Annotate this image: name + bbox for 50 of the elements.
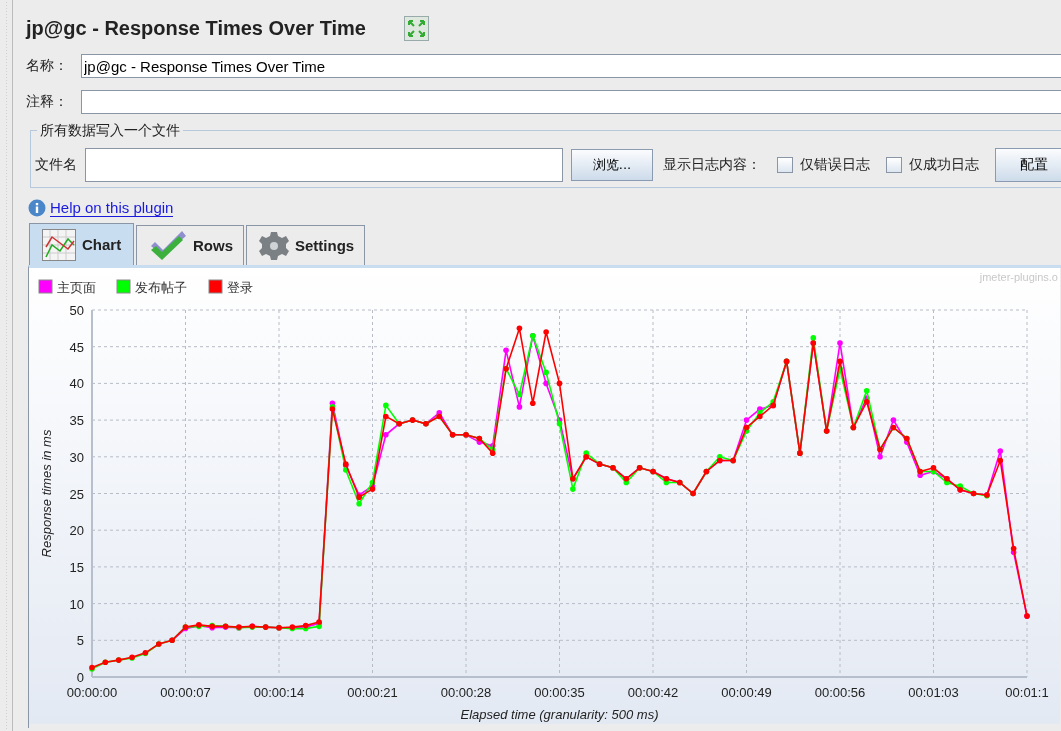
tab[interactable]: Settings [246, 225, 366, 265]
info-icon [28, 199, 46, 217]
log-label: 显示日志内容： [663, 156, 761, 174]
gear-icon [259, 230, 289, 261]
y-tick-label: 20 [69, 523, 84, 539]
y-tick-label: 5 [76, 633, 84, 649]
expand-icon[interactable] [404, 15, 429, 41]
x-tick-label: 00:01:03 [908, 685, 959, 700]
legend-label: 主页面 [57, 280, 96, 295]
x-tick-label: 00:00:14 [253, 685, 305, 700]
x-tick-label: 00:00:21 [347, 685, 398, 700]
x-tick-label: 00:00:35 [534, 685, 585, 700]
x-tick-label: 00:00:00 [66, 685, 118, 700]
checkbox-label: 仅成功日志 [909, 156, 979, 174]
x-tick-label: 00:00:07 [160, 685, 211, 700]
x-tick-label: 00:00:42 [627, 685, 679, 700]
x-tick-label: 00:00:28 [440, 685, 492, 700]
x-axis-title: Elapsed time (granularity: 500 ms) [460, 707, 659, 722]
x-tick-label: 00:01:1 [1005, 685, 1049, 700]
x-tick-label: 00:00:49 [721, 685, 772, 700]
help-link[interactable]: Help on this plugin [50, 199, 174, 217]
panel-title: jp@gc - Response Times Over Time [26, 16, 367, 40]
field-label: 名称： [26, 57, 69, 75]
name-field[interactable]: jp@gc - Response Times Over Time [81, 54, 1061, 78]
y-tick-label: 25 [69, 486, 84, 502]
field-label: 注释： [26, 93, 69, 111]
y-tick-label: 35 [69, 413, 84, 429]
chart-icon [42, 228, 76, 261]
y-tick-label: 0 [76, 670, 84, 685]
config-button[interactable]: 配置 [995, 148, 1061, 182]
y-axis-title: Response times in ms [39, 429, 54, 558]
group-title: 所有数据写入一个文件 [37, 122, 183, 140]
y-tick-label: 45 [69, 339, 84, 355]
browse-button[interactable]: 浏览... [571, 149, 653, 181]
comment-field[interactable] [81, 90, 1061, 114]
y-tick-label: 40 [69, 376, 84, 392]
checkbox[interactable] [777, 157, 793, 173]
checkbox[interactable] [886, 157, 902, 173]
y-tick-label: 30 [69, 449, 84, 465]
legend-label: 登录 [227, 280, 253, 295]
field-label: 文件名 [35, 156, 77, 174]
legend-label: 发布帖子 [135, 280, 187, 295]
checkbox-label: 仅错误日志 [800, 156, 870, 174]
tab[interactable]: Rows [136, 225, 244, 265]
tab[interactable]: Chart [29, 223, 134, 265]
filename-field[interactable] [85, 148, 563, 182]
x-tick-label: 00:00:56 [814, 685, 866, 700]
y-tick-label: 10 [69, 596, 84, 612]
y-tick-label: 15 [69, 559, 84, 575]
y-tick-label: 50 [69, 303, 84, 318]
